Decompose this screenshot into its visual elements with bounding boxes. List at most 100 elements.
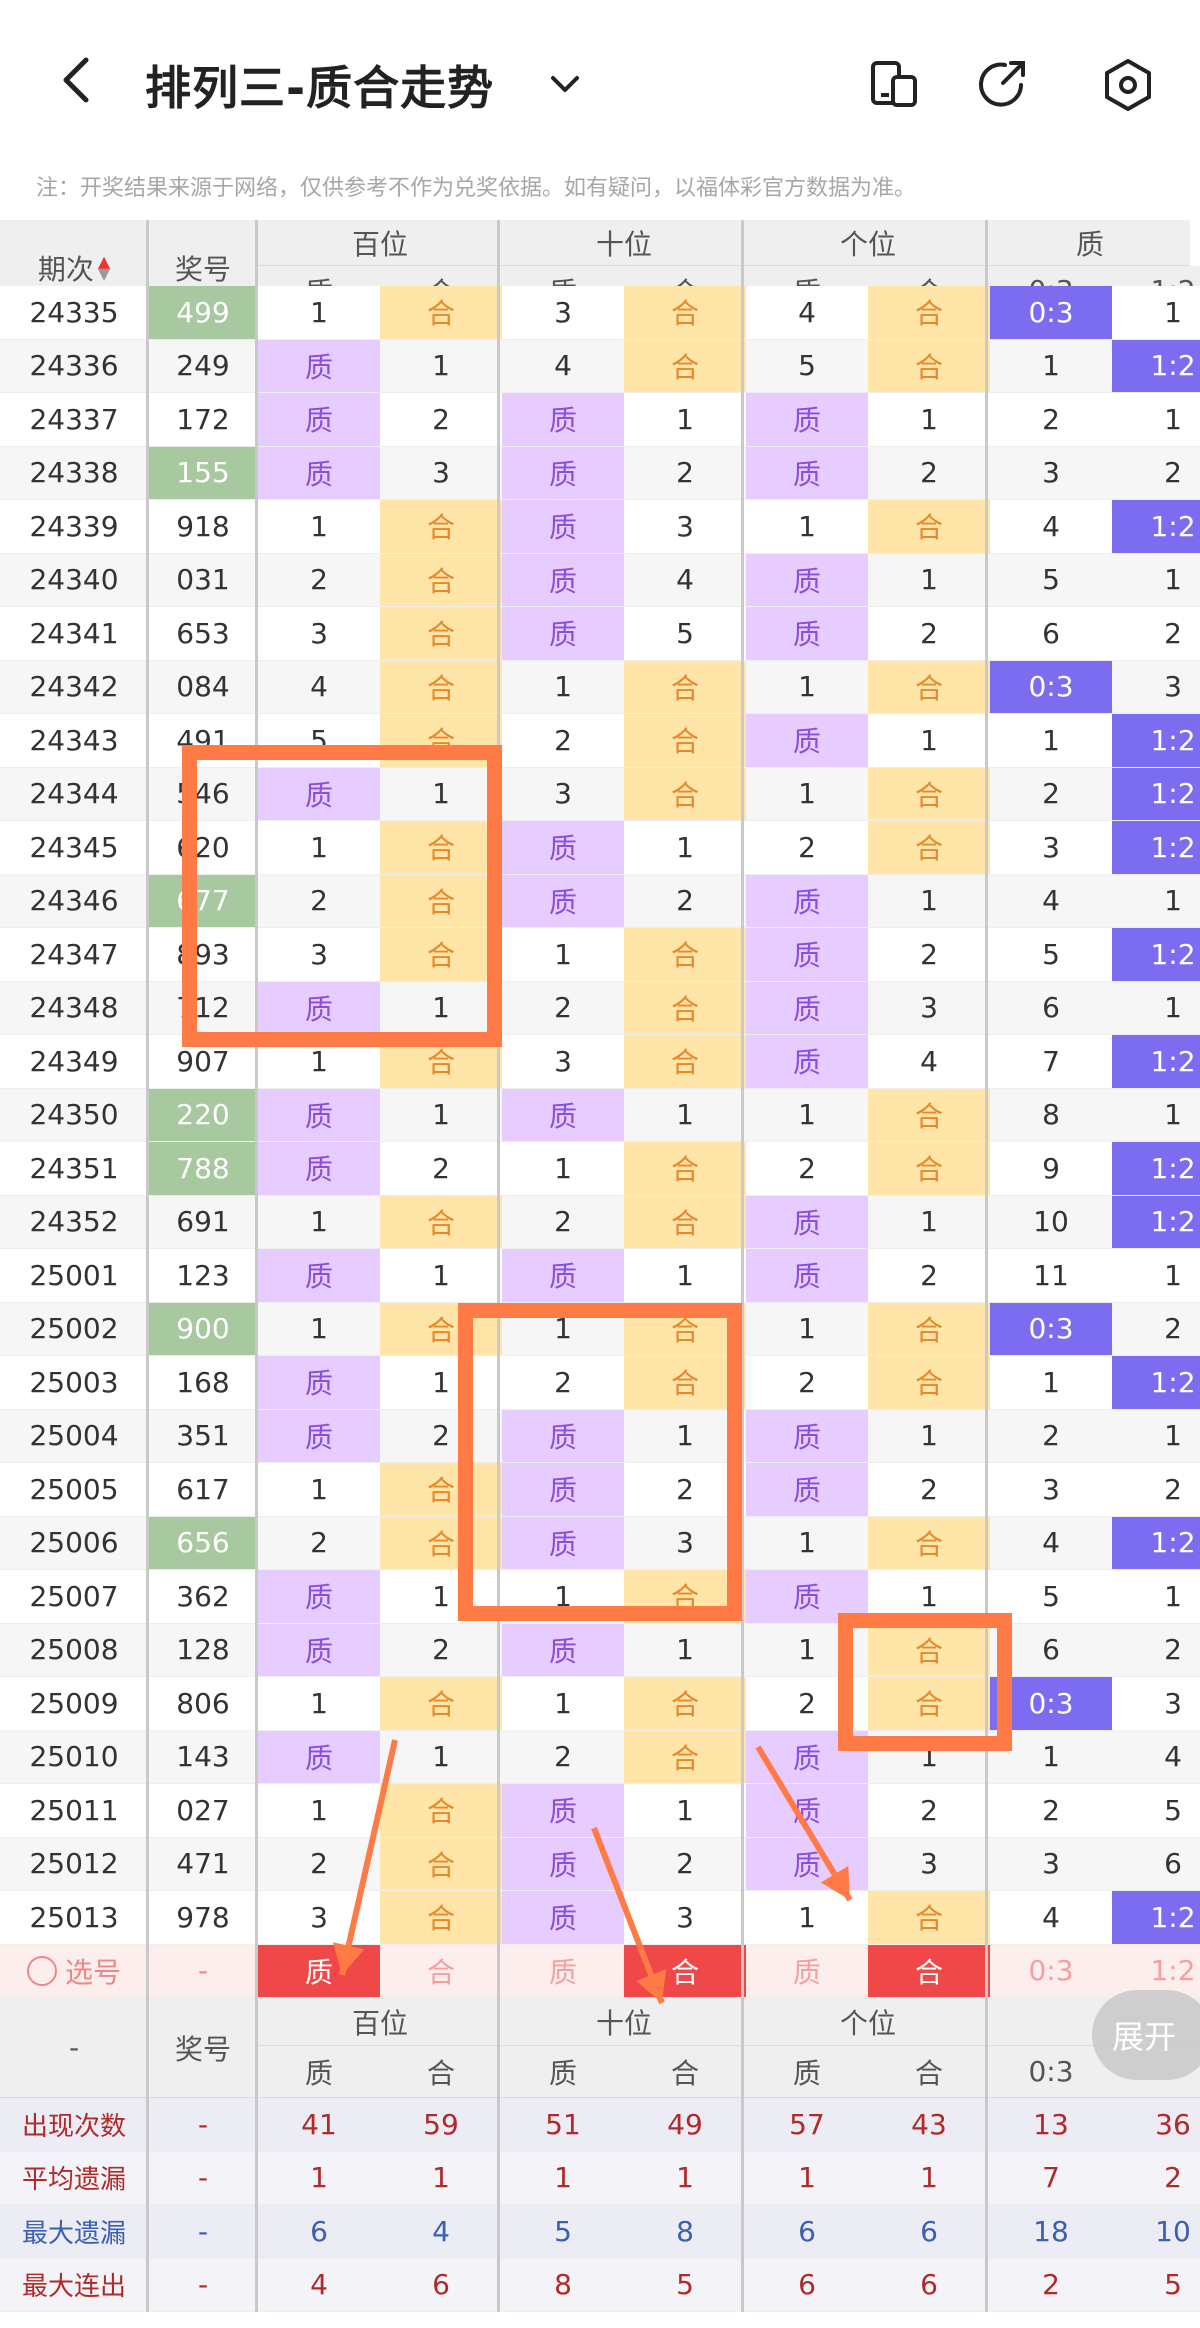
trend-cell: 合 xyxy=(868,1088,990,1142)
trend-cell: 合 xyxy=(380,1837,502,1891)
expand-button[interactable]: 展开 xyxy=(1092,1990,1200,2080)
trend-cell: 1:2 xyxy=(1112,1195,1200,1249)
footer-sub-header: 质 xyxy=(502,2046,624,2098)
trend-cell: 合 xyxy=(624,286,746,340)
period-cell: 24340 xyxy=(0,553,148,607)
trend-cell: 质 xyxy=(746,928,868,982)
number-cell: 907 xyxy=(148,1035,258,1089)
trend-cell: 合 xyxy=(868,1677,990,1731)
trend-cell: 2 xyxy=(502,1195,624,1249)
trend-cell: 0:3 xyxy=(990,286,1112,340)
trend-cell: 1 xyxy=(868,714,990,768)
number-cell: 172 xyxy=(148,393,258,447)
trend-cell: 1 xyxy=(868,1409,990,1463)
period-cell: 25013 xyxy=(0,1891,148,1945)
back-arrow-icon[interactable] xyxy=(50,50,110,110)
stats-value: 6 xyxy=(380,2258,502,2312)
stats-value: 1 xyxy=(380,2151,502,2205)
trend-cell: 3 xyxy=(990,821,1112,875)
trend-cell: 合 xyxy=(624,1302,746,1356)
trend-cell: 3 xyxy=(1112,660,1200,714)
number-cell: 143 xyxy=(148,1730,258,1784)
trend-cell: 质 xyxy=(258,1570,380,1624)
trend-cell: 质 xyxy=(746,1784,868,1838)
stats-value: 6 xyxy=(746,2258,868,2312)
trend-cell: 质 xyxy=(502,393,624,447)
footer-sub-header: 合 xyxy=(868,2046,990,2098)
trend-cell: 6 xyxy=(990,607,1112,661)
trend-cell: 质 xyxy=(502,1516,624,1570)
trend-cell: 4 xyxy=(624,553,746,607)
period-cell: 25010 xyxy=(0,1730,148,1784)
trend-cell: 合 xyxy=(624,660,746,714)
trend-cell: 合 xyxy=(380,821,502,875)
trend-cell: 1:2 xyxy=(1112,1356,1200,1410)
trend-cell: 1 xyxy=(380,1730,502,1784)
trend-cell: 1 xyxy=(258,1784,380,1838)
select-cell[interactable]: 合 xyxy=(868,1944,990,1998)
trend-cell: 合 xyxy=(624,1035,746,1089)
trend-cell: 1 xyxy=(380,1356,502,1410)
trend-cell: 合 xyxy=(380,660,502,714)
select-cell[interactable]: 0:3 xyxy=(990,1944,1112,1998)
trend-cell: 2 xyxy=(990,1784,1112,1838)
trend-cell: 1:2 xyxy=(1112,500,1200,554)
trend-cell: 1 xyxy=(746,1516,868,1570)
trend-cell: 合 xyxy=(624,1195,746,1249)
trend-cell: 5 xyxy=(990,1570,1112,1624)
sort-arrows-icon[interactable]: ▲ ▼ xyxy=(98,253,110,281)
number-cell: 491 xyxy=(148,714,258,768)
stats-value: 8 xyxy=(624,2205,746,2259)
period-cell: 24352 xyxy=(0,1195,148,1249)
trend-cell: 合 xyxy=(624,767,746,821)
trend-cell: 1 xyxy=(624,821,746,875)
number-cell: 978 xyxy=(148,1891,258,1945)
trend-cell: 质 xyxy=(502,446,624,500)
group-header: 十位 xyxy=(502,220,746,266)
select-cell[interactable]: 质 xyxy=(746,1944,868,1998)
select-cell[interactable]: 合 xyxy=(380,1944,502,1998)
period-cell: 25002 xyxy=(0,1302,148,1356)
trend-cell: 合 xyxy=(380,1784,502,1838)
trend-cell: 质 xyxy=(746,1249,868,1303)
trend-cell: 1 xyxy=(746,660,868,714)
select-cell[interactable]: 合 xyxy=(624,1944,746,1998)
trend-cell: 合 xyxy=(624,981,746,1035)
stats-value: 6 xyxy=(746,2205,868,2259)
period-cell: 24336 xyxy=(0,339,148,393)
trend-cell: 1:2 xyxy=(1112,767,1200,821)
number-cell: 788 xyxy=(148,1142,258,1196)
select-row-label[interactable]: 选号 xyxy=(0,1944,148,1998)
select-cell[interactable]: 质 xyxy=(502,1944,624,1998)
trend-cell: 2 xyxy=(746,1677,868,1731)
trend-cell: 质 xyxy=(258,1623,380,1677)
trend-cell: 1 xyxy=(624,1784,746,1838)
column-divider xyxy=(741,220,744,2312)
share-icon[interactable] xyxy=(975,55,1035,115)
trend-cell: 合 xyxy=(624,1142,746,1196)
trend-cell: 1 xyxy=(1112,286,1200,340)
trend-cell: 2 xyxy=(624,446,746,500)
trend-cell: 2 xyxy=(502,1730,624,1784)
select-cell[interactable]: 质 xyxy=(258,1944,380,1998)
footer-group-header: 十位 xyxy=(502,1998,746,2046)
trend-cell: 6 xyxy=(990,981,1112,1035)
stats-value: 1 xyxy=(746,2151,868,2205)
trend-cell: 合 xyxy=(380,874,502,928)
chevron-down-icon[interactable] xyxy=(545,64,585,104)
device-switch-icon[interactable] xyxy=(865,55,925,115)
group-header: 质 xyxy=(990,220,1190,266)
trend-cell: 1 xyxy=(380,1570,502,1624)
trend-cell: 1 xyxy=(1112,981,1200,1035)
trend-cell: 质 xyxy=(502,1409,624,1463)
trend-cell: 1 xyxy=(624,1249,746,1303)
trend-cell: 3 xyxy=(624,500,746,554)
trend-cell: 2 xyxy=(868,1463,990,1517)
radio-circle-icon[interactable] xyxy=(26,1955,57,1986)
trend-cell: 合 xyxy=(624,1356,746,1410)
trend-cell: 3 xyxy=(868,1837,990,1891)
number-cell: 123 xyxy=(148,1249,258,1303)
trend-cell: 3 xyxy=(990,1463,1112,1517)
trend-cell: 质 xyxy=(746,1837,868,1891)
settings-icon[interactable] xyxy=(1098,55,1158,115)
